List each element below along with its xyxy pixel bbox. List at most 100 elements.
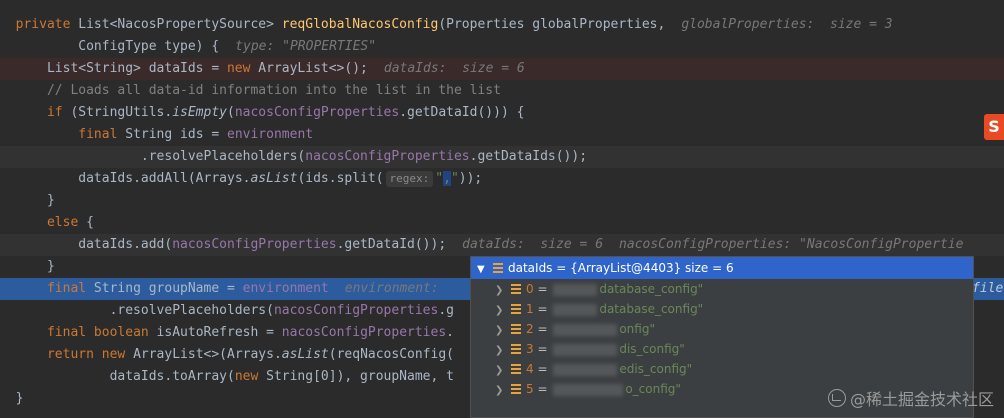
field-icon — [511, 304, 521, 314]
code-text: )); — [458, 171, 483, 186]
brand-logo: S — [984, 114, 1004, 140]
chevron-right-icon[interactable]: ❯ — [495, 381, 507, 401]
popup-list-item-0[interactable]: ❯ 0 = database_config" — [471, 279, 973, 299]
field-ref: nacosConfigProperties — [234, 105, 400, 120]
redacted-text — [553, 383, 624, 396]
redacted-text — [553, 323, 618, 336]
chevron-right-icon[interactable]: ❯ — [495, 321, 507, 341]
code-text: String[0]), groupName, t — [258, 369, 454, 384]
code-text: dataIds.add( — [78, 237, 173, 252]
keyword: new — [226, 61, 251, 76]
code-text: .getDataId())) { — [399, 105, 525, 120]
keyword: final — [78, 127, 118, 142]
code-line-11[interactable]: dataIds.add(nacosConfigProperties.getDat… — [0, 234, 1004, 256]
chevron-right-icon[interactable]: ❯ — [495, 281, 507, 301]
code-text: . — [446, 325, 454, 340]
param-name-hint: regex: — [385, 171, 434, 187]
string-literal-selected: , — [443, 171, 451, 186]
code-line-9[interactable]: } — [0, 190, 1004, 212]
code-text: dataIds.toArray( — [109, 369, 235, 384]
field-icon — [493, 263, 503, 273]
param-decl: ConfigType type) { — [78, 39, 220, 54]
code-text: .resolvePlaceholders( — [140, 149, 306, 164]
keyword: private — [15, 17, 71, 32]
item-index: 2 — [526, 322, 534, 336]
code-line-2[interactable]: ConfigType type) { type: "PROPERTIES" — [0, 36, 1004, 58]
static-method: asList — [250, 171, 298, 186]
code-line-6[interactable]: final String ids = environment — [0, 124, 1004, 146]
field-icon — [511, 384, 521, 394]
keyword: new — [101, 347, 126, 362]
code-text: String ids = — [117, 127, 227, 142]
keyword: return — [46, 347, 94, 362]
redacted-text — [553, 283, 598, 296]
chevron-right-icon[interactable]: ❯ — [495, 301, 507, 321]
code-text: String groupName = — [86, 281, 243, 296]
popup-list-item-2[interactable]: ❯ 2 = onfig" — [471, 319, 973, 339]
popup-list-item-3[interactable]: ❯ 3 = dis_config" — [471, 339, 973, 359]
field-icon — [511, 324, 521, 334]
static-method: isEmpty — [172, 105, 227, 120]
item-value: onfig" — [619, 322, 655, 336]
redacted-text — [553, 363, 618, 376]
item-value: edis_config" — [619, 362, 693, 376]
code-line-10[interactable]: else { — [0, 212, 1004, 234]
item-value: database_config" — [599, 302, 704, 316]
field-ref: nacosConfigProperties — [273, 303, 439, 318]
code-text: (ids.split( — [297, 171, 384, 186]
item-index: 4 — [526, 362, 534, 376]
popup-header-row[interactable]: ▼ dataIds = {ArrayList@4403} size = 6 — [471, 257, 973, 279]
code-text: .g — [438, 303, 454, 318]
inline-debug-hint: nacosConfigProperties: "NacosConfigPrope… — [619, 237, 964, 252]
inline-debug-hint: globalProperties: size = 3 — [681, 17, 893, 32]
keyword: new — [234, 369, 259, 384]
chevron-right-icon[interactable]: ❯ — [495, 341, 507, 361]
return-type: List<NacosPropertySource> — [78, 17, 282, 32]
item-index: 5 — [526, 382, 534, 396]
code-text: (StringUtils. — [62, 105, 173, 120]
keyword: boolean — [86, 325, 149, 340]
popup-list-item-1[interactable]: ❯ 1 = database_config" — [471, 299, 973, 319]
item-index: 3 — [526, 342, 534, 356]
code-text: } — [15, 391, 24, 406]
field-ref: nacosConfigProperties — [172, 237, 337, 252]
popup-list-item-4[interactable]: ❯ 4 = edis_config" — [471, 359, 973, 379]
inline-debug-hint: type: "PROPERTIES" — [235, 39, 377, 54]
code-text: isAutoRefresh = — [148, 325, 282, 340]
chevron-right-icon[interactable]: ❯ — [495, 361, 507, 381]
popup-header-label: dataIds = {ArrayList@4403} size = 6 — [508, 261, 734, 275]
code-line-8[interactable]: dataIds.addAll(Arrays.asList(ids.split(r… — [0, 168, 1004, 190]
method-params: (Properties globalProperties, — [438, 17, 666, 32]
keyword: final — [46, 325, 87, 340]
static-method: asList — [281, 347, 329, 362]
code-text: dataIds.addAll(Arrays. — [78, 171, 251, 186]
code-text: .getDataIds()); — [469, 149, 588, 164]
item-value: o_config" — [625, 382, 681, 396]
code-text: List<String> dataIds = — [46, 61, 227, 76]
chevron-down-icon[interactable]: ▼ — [477, 259, 489, 281]
item-index: 1 — [526, 302, 534, 316]
juejin-logo-icon — [827, 389, 846, 407]
field-ref: nacosConfigProperties — [305, 149, 470, 164]
code-line-7[interactable]: .resolvePlaceholders(nacosConfigProperti… — [0, 146, 1004, 168]
code-text: (reqNacosConfig( — [328, 347, 454, 362]
code-text: .resolvePlaceholders( — [109, 303, 274, 318]
item-value: database_config" — [599, 282, 704, 296]
code-text: } — [46, 259, 55, 274]
code-text: { — [78, 215, 94, 230]
code-line-5[interactable]: if (StringUtils.isEmpty(nacosConfigPrope… — [0, 102, 1004, 124]
field-icon — [511, 364, 521, 374]
code-line-3[interactable]: List<String> dataIds = new ArrayList<>()… — [0, 58, 1004, 80]
code-line-4[interactable]: // Loads all data-id information into th… — [0, 80, 1004, 102]
watermark: @稀土掘金技术社区 — [827, 386, 994, 410]
inline-debug-hint: environment: — [344, 281, 439, 296]
redacted-text — [553, 343, 618, 356]
field-ref: nacosConfigProperties — [281, 325, 447, 340]
code-line-1[interactable]: private List<NacosPropertySource> reqGlo… — [0, 14, 1004, 36]
method-name: reqGlobalNacosConfig — [281, 17, 439, 32]
code-text: ArrayList<>(); — [250, 61, 368, 76]
field-ref: environment — [242, 281, 329, 296]
inline-debug-hint: dataIds: size = 6 — [383, 61, 525, 76]
code-text: ( — [227, 105, 235, 120]
